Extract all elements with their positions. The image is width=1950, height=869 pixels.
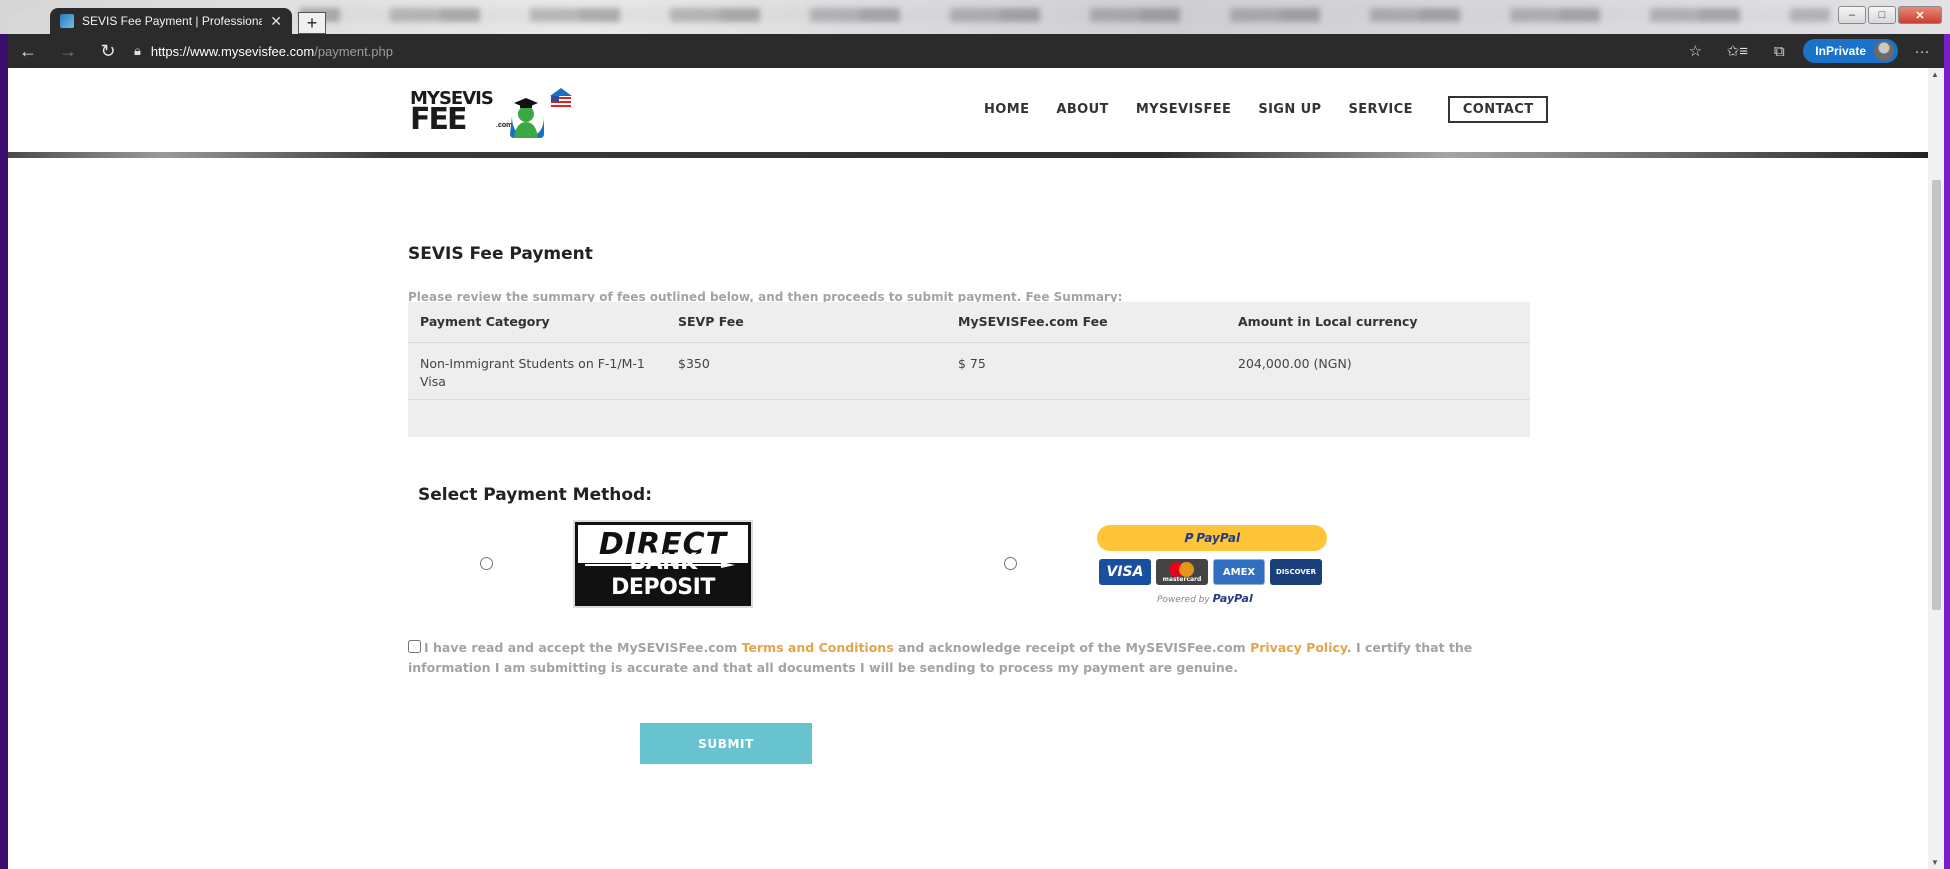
desktop-edge-right <box>1944 34 1950 869</box>
powered-by-paypal: Powered by PayPal <box>1157 592 1253 605</box>
terms-link[interactable]: Terms and Conditions <box>742 640 894 655</box>
payment-method-title: Select Payment Method: <box>418 485 652 505</box>
paypal-option[interactable]: 𝐏 PayPal VISA mastercard AMEX DISCOVER P… <box>1097 525 1327 605</box>
cell-sevp-fee: $350 <box>666 342 946 400</box>
toolbar-right: ☆ ✩≡ ⧉ InPrivate ··· <box>1677 37 1950 65</box>
profile-avatar <box>1874 41 1894 61</box>
site-header: MYSEVIS FEE .com HOME ABOUT MYSEVISFEE S… <box>8 68 1928 155</box>
page-viewport: MYSEVIS FEE .com HOME ABOUT MYSEVISFEE S… <box>8 68 1928 869</box>
paypal-button[interactable]: 𝐏 PayPal <box>1097 525 1327 551</box>
inprivate-button[interactable]: InPrivate <box>1803 39 1898 63</box>
col-payment-category: Payment Category <box>408 302 666 343</box>
tab-strip: SEVIS Fee Payment | Professiona ✕ + <box>8 8 326 34</box>
table-row-empty <box>408 399 1530 437</box>
terms-text-1: I have read and accept the MySEVISFee.co… <box>424 640 742 655</box>
paypal-button-label: PayPal <box>1196 531 1241 545</box>
nav-mysevisfee[interactable]: MYSEVISFEE <box>1136 97 1232 123</box>
nav-home[interactable]: HOME <box>984 97 1030 155</box>
cell-local-amount: 204,000.00 (NGN) <box>1226 342 1530 400</box>
nav-sign-up[interactable]: SIGN UP <box>1258 97 1321 123</box>
terms-agreement: I have read and accept the MySEVISFee.co… <box>408 638 1530 678</box>
inprivate-label: InPrivate <box>1815 44 1866 58</box>
terms-checkbox[interactable] <box>408 640 421 653</box>
cell-service-fee: $ 75 <box>946 342 1226 400</box>
graduate-icon <box>510 98 544 138</box>
scroll-thumb[interactable] <box>1932 180 1941 610</box>
window-controls: – □ ✕ <box>1838 6 1942 24</box>
radio-bank-deposit[interactable] <box>480 557 493 570</box>
visa-icon: VISA <box>1099 559 1151 585</box>
forward-icon[interactable]: → <box>48 34 88 68</box>
header-divider <box>8 152 1928 158</box>
tab-close-icon[interactable]: ✕ <box>270 13 282 30</box>
radio-paypal[interactable] <box>1004 557 1017 570</box>
back-icon[interactable]: ← <box>8 34 48 68</box>
discover-icon: DISCOVER <box>1270 559 1322 585</box>
minimize-icon[interactable]: – <box>1838 6 1866 24</box>
payment-intro: SEVIS Fee Payment Please review the summ… <box>408 244 1530 304</box>
collections-icon[interactable]: ⧉ <box>1761 37 1797 65</box>
desktop-edge-left <box>0 34 8 869</box>
mastercard-icon: mastercard <box>1156 559 1208 585</box>
bank-bottom-text: BANK DEPOSIT <box>611 550 715 600</box>
url-path: /payment.php <box>314 43 393 59</box>
address-bar[interactable]: 🔒︎ https://www.mysevisfee.com/payment.ph… <box>134 34 393 68</box>
nav-service[interactable]: SERVICE <box>1348 97 1412 123</box>
col-service-fee: MySEVISFee.com Fee <box>946 302 1226 343</box>
powered-brand: PayPal <box>1212 592 1253 605</box>
more-icon[interactable]: ··· <box>1904 37 1940 65</box>
powered-prefix: Powered by <box>1157 595 1210 605</box>
cell-category: Non-Immigrant Students on F-1/M-1 Visa <box>408 342 666 400</box>
refresh-icon[interactable]: ↻ <box>88 34 128 68</box>
table-header-row: Payment Category SEVP Fee MySEVISFee.com… <box>408 302 1530 343</box>
tab-actions-button[interactable] <box>8 14 44 34</box>
card-logos: VISA mastercard AMEX DISCOVER <box>1099 559 1322 585</box>
main-nav: HOME ABOUT MYSEVISFEE SIGN UP SERVICE CO… <box>984 96 1549 155</box>
terms-text-2: and acknowledge receipt of the MySEVISFe… <box>893 640 1251 655</box>
favorites-icon[interactable]: ✩≡ <box>1719 37 1755 65</box>
empty-cell <box>408 399 1530 437</box>
flag-icon <box>550 88 572 108</box>
amex-icon: AMEX <box>1213 559 1265 585</box>
fee-summary-table: Payment Category SEVP Fee MySEVISFee.com… <box>408 302 1530 437</box>
col-local-amount: Amount in Local currency <box>1226 302 1530 343</box>
privacy-link[interactable]: Privacy Policy <box>1250 640 1347 655</box>
close-window-icon[interactable]: ✕ <box>1898 6 1942 24</box>
submit-button[interactable]: SUBMIT <box>640 723 812 764</box>
scroll-down-icon[interactable]: ▼ <box>1931 858 1939 867</box>
site-logo[interactable]: MYSEVIS FEE .com <box>410 82 578 138</box>
scroll-up-icon[interactable]: ▲ <box>1931 70 1939 79</box>
nav-contact-button[interactable]: CONTACT <box>1447 96 1549 123</box>
lock-icon[interactable]: 🔒︎ <box>134 43 141 59</box>
favorites-add-icon[interactable]: ☆ <box>1677 37 1713 65</box>
maximize-icon[interactable]: □ <box>1868 6 1896 24</box>
nav-about[interactable]: ABOUT <box>1056 97 1108 123</box>
tab-title: SEVIS Fee Payment | Professiona <box>82 14 263 28</box>
browser-toolbar: ← → ↻ 🔒︎ https://www.mysevisfee.com/paym… <box>8 34 1950 68</box>
page-title: SEVIS Fee Payment <box>408 244 593 264</box>
logo-text-bottom: FEE <box>410 102 468 137</box>
site-favicon-icon <box>60 14 74 28</box>
browser-tab[interactable]: SEVIS Fee Payment | Professiona ✕ <box>50 8 292 34</box>
new-tab-button[interactable]: + <box>298 12 326 34</box>
table-row: Non-Immigrant Students on F-1/M-1 Visa $… <box>408 342 1530 400</box>
col-sevp-fee: SEVP Fee <box>666 302 946 343</box>
url-host: https://www.mysevisfee.com <box>150 43 315 59</box>
bank-deposit-image[interactable]: DIRECT BANK DEPOSIT <box>573 520 753 608</box>
page-scrollbar[interactable]: ▲ ▼ <box>1928 68 1944 869</box>
